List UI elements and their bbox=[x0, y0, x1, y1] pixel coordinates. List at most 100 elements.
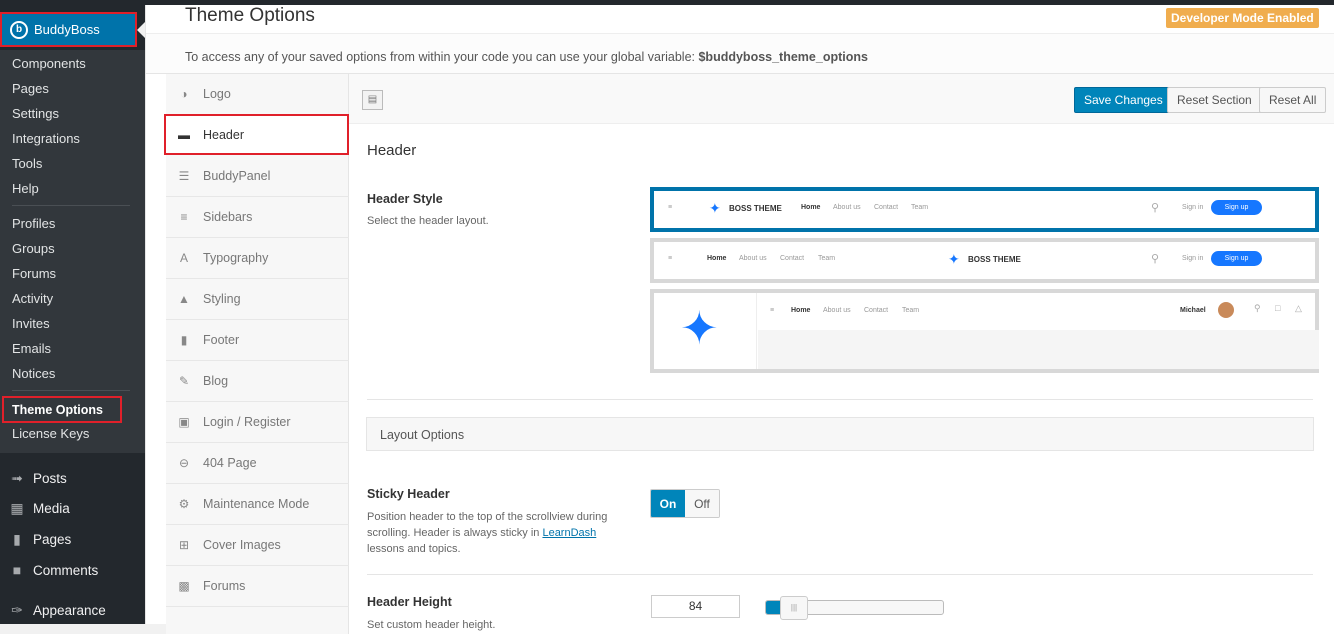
sticky-header-desc: Position header to the top of the scroll… bbox=[367, 509, 617, 557]
minus-circle-icon: ⊖ bbox=[178, 456, 190, 470]
submenu-profiles[interactable]: Profiles bbox=[12, 216, 55, 231]
sticky-header-label: Sticky Header bbox=[367, 487, 450, 501]
preview-sign-up: Sign up bbox=[1211, 200, 1262, 215]
menu-comments-label: Comments bbox=[33, 562, 99, 578]
submenu-notices[interactable]: Notices bbox=[12, 366, 55, 381]
menu-comments[interactable]: ■ Comments bbox=[9, 562, 99, 578]
section-styling[interactable]: ▲ Styling bbox=[166, 279, 349, 320]
header-style-desc: Select the header layout. bbox=[367, 215, 489, 227]
intro-text: To access any of your saved options from… bbox=[185, 50, 699, 64]
menu-media[interactable]: ▦ Media bbox=[9, 500, 69, 517]
submenu-help[interactable]: Help bbox=[12, 181, 39, 196]
section-label: Login / Register bbox=[203, 415, 291, 429]
submenu-emails[interactable]: Emails bbox=[12, 341, 51, 356]
section-footer[interactable]: ▮ Footer bbox=[166, 320, 349, 361]
slider-handle[interactable]: ||| bbox=[780, 596, 808, 620]
lock-icon: ▣ bbox=[178, 415, 190, 429]
submenu-settings[interactable]: Settings bbox=[12, 106, 59, 121]
current-menu-arrow bbox=[137, 22, 145, 38]
preview-nav-team: Team bbox=[911, 204, 929, 211]
submenu-integrations[interactable]: Integrations bbox=[12, 131, 80, 146]
save-changes-button[interactable]: Save Changes bbox=[1074, 87, 1173, 113]
pin-icon: ➟ bbox=[11, 470, 23, 486]
preview-sign-in: Sign in bbox=[1182, 204, 1204, 211]
gear-icon: ⚙ bbox=[178, 497, 190, 511]
header-style-option-1[interactable]: ≡ ✦ BOSS THEME Home About us Contact Tea… bbox=[650, 187, 1319, 232]
page-title: Theme Options bbox=[185, 5, 315, 26]
menu-appearance[interactable]: ✑ Appearance bbox=[9, 602, 106, 619]
menu-pages[interactable]: ▮ Pages bbox=[9, 531, 71, 548]
toggle-off-button[interactable]: Off bbox=[685, 490, 719, 517]
search-icon: ⚲ bbox=[1151, 253, 1160, 265]
preview-nav-contact: Contact bbox=[874, 204, 899, 211]
toggle-on-button[interactable]: On bbox=[651, 490, 685, 517]
submenu-forums[interactable]: Forums bbox=[12, 266, 56, 281]
section-cover-images[interactable]: ⊞ Cover Images bbox=[166, 525, 349, 566]
search-icon: ⚲ bbox=[1151, 202, 1160, 214]
submenu-pages[interactable]: Pages bbox=[12, 81, 49, 96]
divider bbox=[367, 574, 1313, 575]
section-buddypanel[interactable]: ☰ BuddyPanel bbox=[166, 156, 349, 197]
theme-options-panel: Theme Options Developer Mode Enabled To … bbox=[145, 5, 1334, 634]
header-height-slider[interactable]: ||| bbox=[765, 596, 944, 620]
list-icon: ☰ bbox=[178, 169, 190, 183]
preview-nav-contact: Contact bbox=[864, 307, 889, 314]
menu-pages-label: Pages bbox=[33, 532, 72, 547]
section-label: Footer bbox=[203, 333, 240, 347]
header-style-option-2[interactable]: ≡ Home About us Contact Team ✦ BOSS THEM… bbox=[650, 238, 1319, 283]
preview-brand: BOSS THEME bbox=[968, 255, 1021, 264]
section-404[interactable]: ⊖ 404 Page bbox=[166, 443, 349, 484]
sticky-header-toggle[interactable]: On Off bbox=[650, 489, 720, 518]
section-label: Sidebars bbox=[203, 210, 253, 224]
submenu-separator bbox=[12, 390, 130, 391]
section-label: Typography bbox=[203, 251, 269, 265]
section-title: Header bbox=[367, 142, 417, 159]
options-toolbar: ▤ Save Changes Reset Section Reset All bbox=[349, 74, 1334, 124]
menu-buddyboss[interactable]: b BuddyBoss bbox=[0, 12, 137, 47]
image-circle-icon: ⊞ bbox=[178, 538, 190, 552]
submenu-groups[interactable]: Groups bbox=[12, 241, 55, 256]
search-icon: ⚲ bbox=[1254, 303, 1261, 313]
section-label: Cover Images bbox=[203, 538, 281, 552]
submenu-theme-options[interactable]: Theme Options bbox=[2, 396, 122, 423]
preview-brand: BOSS THEME bbox=[729, 204, 782, 213]
learndash-link[interactable]: LearnDash bbox=[542, 527, 596, 539]
submenu-activity[interactable]: Activity bbox=[12, 291, 53, 306]
preview-content-area bbox=[758, 330, 1319, 369]
font-icon: A bbox=[179, 251, 188, 265]
section-sidebars[interactable]: ≡ Sidebars bbox=[166, 197, 349, 238]
submenu-tools[interactable]: Tools bbox=[12, 156, 42, 171]
section-label: Header bbox=[203, 127, 244, 142]
options-main: ▤ Save Changes Reset Section Reset All H… bbox=[349, 74, 1334, 634]
preview-nav-team: Team bbox=[902, 307, 920, 314]
hamburger-icon: ≡ bbox=[770, 307, 775, 314]
media-icon: ▦ bbox=[10, 500, 24, 516]
submenu-invites[interactable]: Invites bbox=[12, 316, 50, 331]
menu-appearance-label: Appearance bbox=[33, 603, 106, 618]
section-label: 404 Page bbox=[203, 456, 257, 470]
brand-logo-icon: ✦ bbox=[948, 251, 960, 267]
preview-sign-in: Sign in bbox=[1182, 255, 1204, 262]
section-header[interactable]: ▬ Header bbox=[164, 114, 349, 155]
submenu-components[interactable]: Components bbox=[12, 56, 86, 71]
section-label: Blog bbox=[203, 374, 229, 388]
preview-nav-contact: Contact bbox=[780, 255, 805, 262]
section-login-register[interactable]: ▣ Login / Register bbox=[166, 402, 349, 443]
message-icon: □ bbox=[1275, 303, 1281, 313]
section-blog[interactable]: ✎ Blog bbox=[166, 361, 349, 402]
header-height-input[interactable]: 84 bbox=[651, 595, 740, 618]
section-typography[interactable]: A Typography bbox=[166, 238, 349, 279]
submenu-license-keys[interactable]: License Keys bbox=[12, 426, 89, 441]
menu-posts[interactable]: ➟ Posts bbox=[9, 470, 67, 487]
avatar bbox=[1218, 302, 1234, 318]
section-forums[interactable]: ▩ Forums bbox=[166, 566, 349, 607]
expand-options-icon[interactable]: ▤ bbox=[362, 90, 383, 110]
half-circle-icon: ◑ bbox=[180, 87, 188, 101]
header-style-option-3[interactable]: ✦ ≡ Home About us Contact Team Michael ⚲… bbox=[650, 289, 1319, 373]
preview-nav-home: Home bbox=[801, 204, 821, 211]
section-maintenance[interactable]: ⚙ Maintenance Mode bbox=[166, 484, 349, 525]
reset-all-button[interactable]: Reset All bbox=[1259, 87, 1327, 113]
brush-icon: ✑ bbox=[11, 602, 23, 618]
reset-section-button[interactable]: Reset Section bbox=[1167, 87, 1262, 113]
section-logo[interactable]: ◑ Logo bbox=[166, 74, 349, 115]
